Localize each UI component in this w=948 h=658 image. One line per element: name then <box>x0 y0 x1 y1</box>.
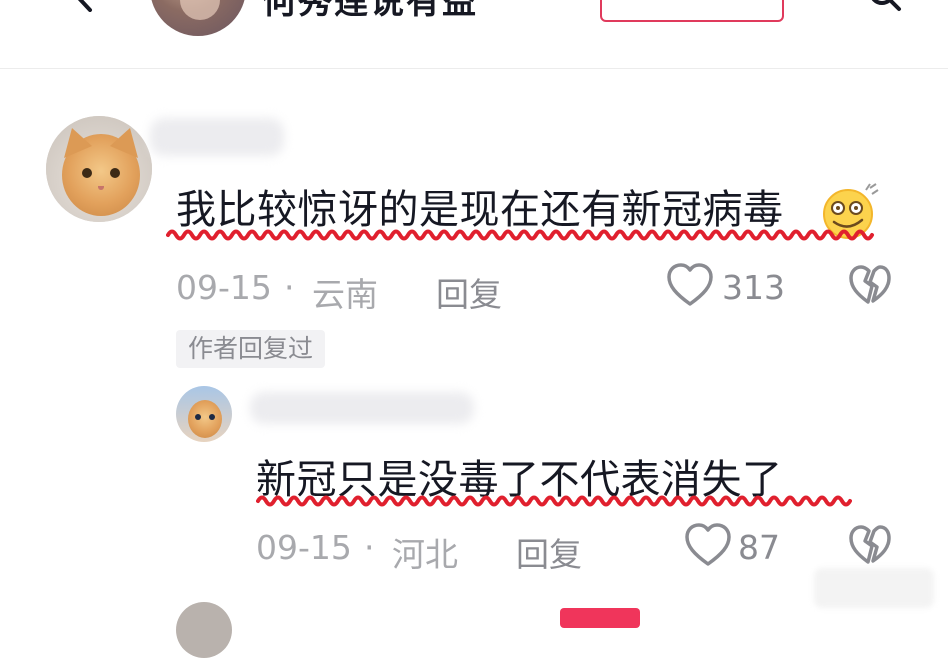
next-comment-tag <box>560 608 640 628</box>
top-bar: 何秀莲说有益 关注 <box>0 0 948 69</box>
chevron-left-icon[interactable] <box>66 0 100 12</box>
meta-separator: · <box>364 528 375 567</box>
reply-button[interactable]: 回复 <box>516 528 582 576</box>
author-replied-tag: 作者回复过 <box>176 330 326 368</box>
broken-heart-icon[interactable] <box>848 524 892 566</box>
author-name[interactable]: 何秀莲说有益 <box>262 0 478 23</box>
comment-date: 09-15 <box>176 268 272 307</box>
like-count: 87 <box>738 528 780 567</box>
reply-date: 09-15 <box>256 528 352 567</box>
author-avatar[interactable] <box>150 0 246 36</box>
heart-outline-icon[interactable] <box>666 262 714 308</box>
meta-separator: · <box>284 268 295 307</box>
search-icon[interactable] <box>868 0 902 12</box>
reply-button[interactable]: 回复 <box>436 268 502 316</box>
follow-button[interactable]: 关注 <box>600 0 784 22</box>
broken-heart-icon[interactable] <box>848 264 892 306</box>
reply-location: 河北 <box>392 535 458 574</box>
reply-avatar[interactable] <box>176 386 232 442</box>
next-comment-avatar[interactable] <box>176 602 232 658</box>
like-count: 313 <box>722 268 785 307</box>
reply-underline <box>256 495 852 507</box>
commenter-username[interactable] <box>150 118 284 156</box>
comment-location: 云南 <box>312 275 378 314</box>
commenter-avatar[interactable] <box>46 116 152 222</box>
watermark <box>814 568 934 608</box>
heart-outline-icon[interactable] <box>684 522 732 568</box>
reply-username[interactable] <box>250 392 474 424</box>
comment-underline <box>166 229 874 241</box>
